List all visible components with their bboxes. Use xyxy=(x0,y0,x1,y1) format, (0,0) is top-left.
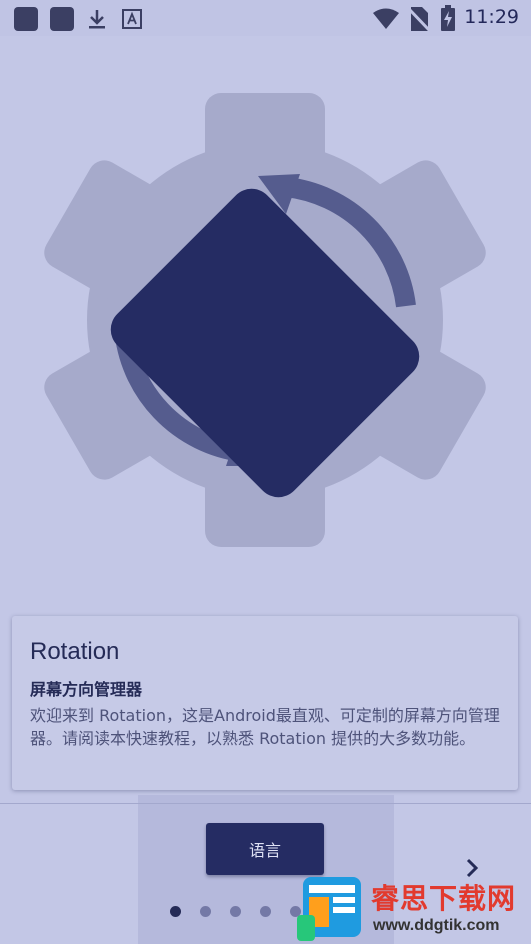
page-dot[interactable] xyxy=(260,906,271,917)
watermark-url: www.ddgtik.com xyxy=(373,917,500,934)
language-button[interactable]: 语言 xyxy=(206,823,324,875)
font-a-icon xyxy=(122,9,142,29)
hero-illustration xyxy=(0,36,531,616)
app-notification-icon xyxy=(14,7,38,31)
card-subtitle: 屏幕方向管理器 xyxy=(30,680,143,699)
no-sim-icon xyxy=(408,7,430,32)
page-dot-active[interactable] xyxy=(170,906,181,917)
card-description: 欢迎来到 Rotation，这是Android最直观、可定制的屏幕方向管理器。请… xyxy=(30,706,500,748)
rotation-logo-icon xyxy=(44,93,486,547)
divider xyxy=(0,803,531,804)
page-dot[interactable] xyxy=(200,906,211,917)
card-title: Rotation xyxy=(30,638,120,665)
download-icon xyxy=(89,10,105,29)
page-dot[interactable] xyxy=(230,906,241,917)
watermark-text: 睿思下载网 xyxy=(371,882,517,915)
app-notification-icon xyxy=(50,7,74,31)
wifi-icon xyxy=(373,8,399,29)
watermark: 睿思下载网 www.ddgtik.com xyxy=(293,875,531,944)
intro-card: Rotation 屏幕方向管理器 欢迎来到 Rotation，这是Android… xyxy=(12,616,518,790)
status-bar: 11:29 xyxy=(0,0,531,36)
watermark-logo-icon xyxy=(297,877,361,941)
battery-charging-icon xyxy=(441,5,455,31)
clock: 11:29 xyxy=(464,6,519,28)
